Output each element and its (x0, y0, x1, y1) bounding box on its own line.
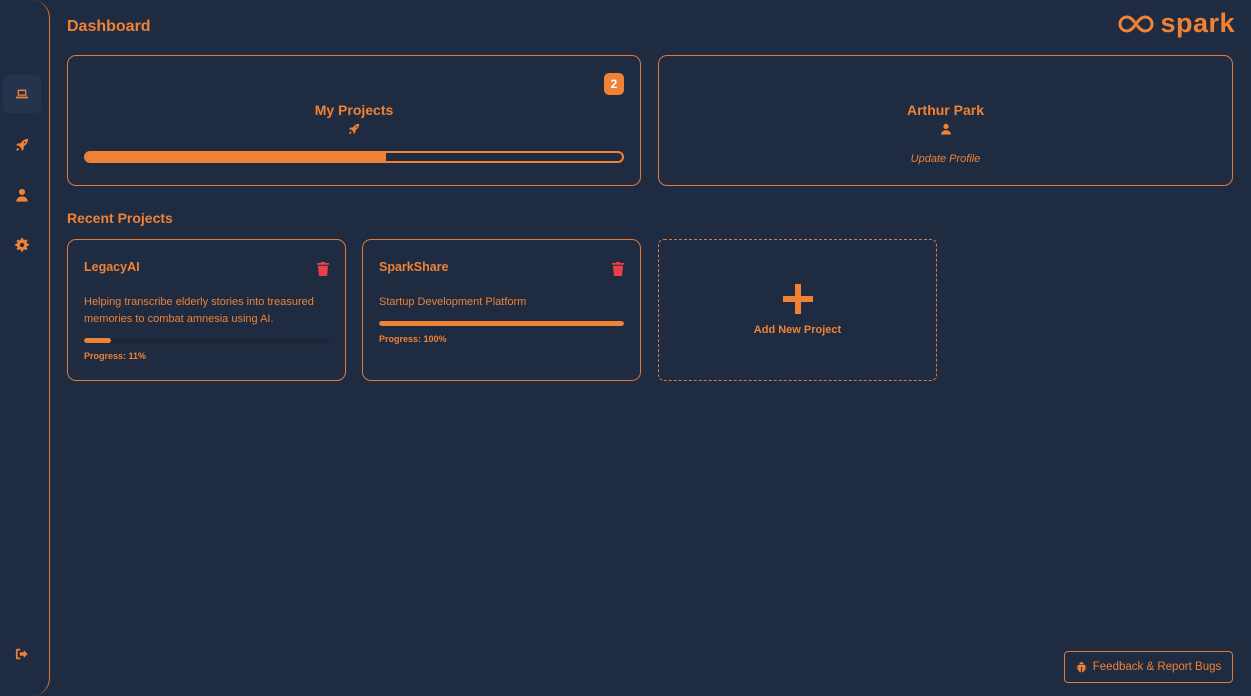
project-progress-fill (84, 338, 111, 343)
sidebar-item-profile[interactable] (3, 176, 41, 214)
delete-project-button[interactable] (612, 262, 624, 276)
rocket-icon (348, 123, 360, 135)
trash-icon (317, 262, 329, 276)
app-root: Dashboard spark 2 My Projects Arthur Par… (0, 0, 1251, 696)
my-projects-title: My Projects (314, 102, 394, 118)
project-card-legacyai[interactable]: LegacyAI Helping transcribe elderly stor… (67, 239, 346, 381)
project-description: Helping transcribe elderly stories into … (84, 296, 314, 325)
sidebar-item-logout[interactable] (3, 635, 41, 673)
project-name: SparkShare (379, 260, 449, 274)
my-projects-card[interactable]: 2 My Projects (67, 55, 641, 186)
gear-icon (15, 238, 29, 252)
project-progress-label: Progress: 11% (84, 351, 147, 361)
bug-icon (1076, 661, 1087, 672)
feedback-button-label: Feedback & Report Bugs (1092, 661, 1222, 673)
overall-progress-bar (84, 151, 624, 163)
spark-logo[interactable]: spark (1116, 8, 1235, 39)
trash-icon (612, 262, 624, 276)
project-count-badge: 2 (604, 73, 624, 95)
update-profile-link[interactable]: Update Profile (659, 153, 1232, 165)
project-progress-fill (379, 321, 624, 326)
sidebar-item-settings[interactable] (3, 226, 41, 264)
page-title: Dashboard (67, 18, 151, 35)
sidebar-item-projects[interactable] (3, 126, 41, 164)
sidebar-item-dashboard[interactable] (3, 75, 41, 113)
delete-project-button[interactable] (317, 262, 329, 276)
add-new-project-card[interactable]: Add New Project (658, 239, 937, 381)
sidebar (0, 0, 50, 696)
project-progress-bar (84, 338, 329, 343)
logout-icon (15, 648, 28, 660)
project-description: Startup Development Platform (379, 296, 527, 308)
project-progress-label: Progress: 100% (379, 334, 447, 344)
project-name: LegacyAI (84, 260, 140, 274)
project-card-sparkshare[interactable]: SparkShare Startup Development Platform … (362, 239, 641, 381)
add-new-project-label: Add New Project (753, 324, 842, 336)
overall-progress-fill (86, 153, 387, 161)
profile-name: Arthur Park (906, 102, 985, 118)
infinity-logo-icon (1118, 14, 1154, 33)
rocket-icon (15, 138, 29, 152)
laptop-icon (15, 89, 29, 99)
feedback-button[interactable]: Feedback & Report Bugs (1064, 651, 1233, 683)
plus-icon (783, 284, 813, 314)
user-icon (16, 188, 28, 202)
logo-text: spark (1160, 8, 1235, 38)
profile-card: Arthur Park Update Profile (658, 55, 1233, 186)
project-progress-bar (379, 321, 624, 326)
user-icon (940, 123, 952, 135)
recent-projects-title: Recent Projects (67, 210, 173, 226)
